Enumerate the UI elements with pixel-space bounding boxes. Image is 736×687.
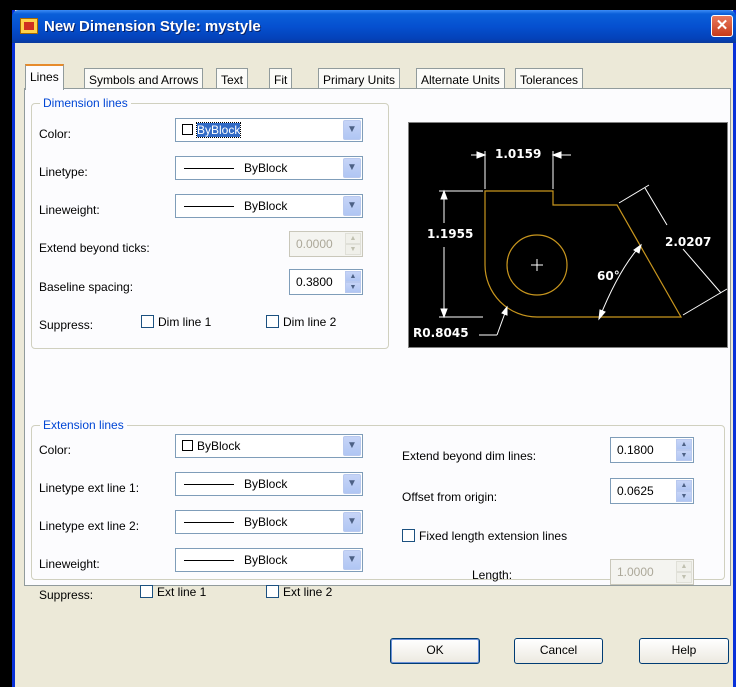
ext-suppress-label: Suppress:	[39, 588, 94, 602]
ext-lineweight-value: ByBlock	[244, 553, 288, 567]
tab-tolerances[interactable]: Tolerances	[515, 68, 584, 90]
length-label: Length:	[472, 568, 513, 582]
dim-line-2-label: Dim line 2	[283, 315, 337, 329]
spin-down-icon[interactable]: ▼	[676, 491, 692, 502]
spin-up-icon[interactable]: ▲	[676, 561, 692, 572]
baseline-spacing-spinner[interactable]: 0.3800 ▲ ▼	[289, 269, 363, 295]
chevron-down-icon[interactable]: ▼	[343, 550, 361, 570]
dim-angle-label: 60°	[597, 269, 620, 283]
dim-top-label: 1.0159	[495, 147, 542, 161]
ext-linetype-1-select[interactable]: ByBlock ▼	[175, 472, 363, 496]
dim-linetype-label: Linetype:	[39, 165, 88, 179]
chevron-down-icon[interactable]: ▼	[343, 512, 361, 532]
tab-fit[interactable]: Fit	[269, 68, 293, 90]
dim-radius-label: R0.8045	[413, 326, 469, 340]
help-button[interactable]: Help	[639, 638, 729, 664]
tab-primary-units[interactable]: Primary Units	[318, 68, 401, 90]
offset-from-origin-value: 0.0625	[617, 484, 654, 498]
baseline-spacing-label: Baseline spacing:	[39, 280, 134, 294]
preview-outline	[484, 190, 683, 318]
dimension-lines-group: Dimension lines Color: ByBlock ▼ Linetyp…	[31, 96, 389, 349]
tab-text[interactable]: Text	[216, 68, 249, 90]
dim-left-label: 1.1955	[427, 227, 474, 241]
ext-lineweight-label: Lineweight:	[39, 557, 100, 571]
spin-down-icon[interactable]: ▼	[676, 572, 692, 583]
dim-line-1-label: Dim line 1	[158, 315, 212, 329]
extension-lines-title: Extension lines	[40, 418, 127, 432]
window-title: New Dimension Style: mystyle	[44, 18, 261, 35]
dim-color-value: ByBlock	[195, 122, 242, 138]
extend-beyond-dim-lines-value: 0.1800	[617, 443, 654, 457]
spin-down-icon[interactable]: ▼	[345, 244, 361, 255]
fixed-length-label: Fixed length extension lines	[419, 529, 568, 543]
ok-button[interactable]: OK	[390, 638, 480, 664]
ext-color-label: Color:	[39, 443, 72, 457]
dimension-preview: 1.0159 1.1955 2.0207 60° R0.8045	[408, 122, 728, 348]
spin-up-icon[interactable]: ▲	[676, 480, 692, 491]
spin-up-icon[interactable]: ▲	[676, 439, 692, 450]
dim-right-label: 2.0207	[665, 235, 712, 249]
chevron-down-icon[interactable]: ▼	[343, 474, 361, 494]
chevron-down-icon[interactable]: ▼	[343, 436, 361, 456]
baseline-spacing-value: 0.3800	[296, 275, 333, 289]
dim-linetype-select[interactable]: ByBlock ▼	[175, 156, 363, 180]
ext-linetype-2-value: ByBlock	[244, 515, 288, 529]
fixed-length-checkbox[interactable]: Fixed length extension lines	[402, 529, 567, 543]
close-button[interactable]: ✕	[711, 15, 733, 37]
ext-line-1-label: Ext line 1	[157, 585, 207, 599]
extension-lines-group: Extension lines Color: ByBlock ▼ Linetyp…	[31, 418, 725, 602]
ext-line-2-checkbox[interactable]: Ext line 2	[266, 585, 332, 599]
dim-linetype-value: ByBlock	[244, 161, 288, 175]
dim-color-select[interactable]: ByBlock ▼	[175, 118, 363, 142]
line-sample	[184, 206, 234, 207]
ext-lineweight-select[interactable]: ByBlock ▼	[175, 548, 363, 572]
dim-line-2-checkbox[interactable]: Dim line 2	[266, 315, 336, 329]
ext-color-select[interactable]: ByBlock ▼	[175, 434, 363, 458]
offset-from-origin-label: Offset from origin:	[402, 490, 498, 504]
ext-linetype-2-select[interactable]: ByBlock ▼	[175, 510, 363, 534]
extend-beyond-dim-lines-spinner[interactable]: 0.1800 ▲ ▼	[610, 437, 694, 463]
length-spinner[interactable]: 1.0000 ▲ ▼	[610, 559, 694, 585]
ext-linetype-1-value: ByBlock	[244, 477, 288, 491]
length-value: 1.0000	[617, 565, 654, 579]
spin-up-icon[interactable]: ▲	[345, 233, 361, 244]
dimension-lines-title: Dimension lines	[40, 96, 131, 110]
cancel-button[interactable]: Cancel	[514, 638, 603, 664]
dim-lineweight-value: ByBlock	[244, 199, 288, 213]
ext-linetype-1-label: Linetype ext line 1:	[39, 481, 140, 495]
spin-down-icon[interactable]: ▼	[345, 282, 361, 293]
extend-beyond-ticks-label: Extend beyond ticks:	[39, 241, 150, 255]
dim-color-label: Color:	[39, 127, 72, 141]
dialog-window: New Dimension Style: mystyle ✕ Lines Sym…	[12, 10, 736, 687]
ext-line-2-label: Ext line 2	[283, 585, 333, 599]
tab-lines[interactable]: Lines	[25, 64, 64, 90]
app-icon	[20, 18, 38, 34]
line-sample	[184, 522, 234, 523]
dim-lineweight-label: Lineweight:	[39, 203, 100, 217]
spin-up-icon[interactable]: ▲	[345, 271, 361, 282]
ext-line-1-checkbox[interactable]: Ext line 1	[140, 585, 206, 599]
line-sample	[184, 560, 234, 561]
dim-line-1-checkbox[interactable]: Dim line 1	[141, 315, 211, 329]
extend-beyond-dim-lines-label: Extend beyond dim lines:	[402, 449, 537, 463]
color-swatch	[182, 124, 193, 135]
chevron-down-icon[interactable]: ▼	[343, 196, 361, 216]
chevron-down-icon[interactable]: ▼	[343, 120, 361, 140]
chevron-down-icon[interactable]: ▼	[343, 158, 361, 178]
line-sample	[184, 168, 234, 169]
extend-beyond-ticks-value: 0.0000	[296, 237, 333, 251]
tab-alternate-units[interactable]: Alternate Units	[416, 68, 505, 90]
extend-beyond-ticks-spinner[interactable]: 0.0000 ▲ ▼	[289, 231, 363, 257]
ext-color-value: ByBlock	[197, 439, 241, 453]
dim-lineweight-select[interactable]: ByBlock ▼	[175, 194, 363, 218]
offset-from-origin-spinner[interactable]: 0.0625 ▲ ▼	[610, 478, 694, 504]
ext-linetype-2-label: Linetype ext line 2:	[39, 519, 140, 533]
tab-symbols-and-arrows[interactable]: Symbols and Arrows	[84, 68, 204, 90]
tab-panel-lines: Dimension lines Color: ByBlock ▼ Linetyp…	[24, 88, 731, 602]
spin-down-icon[interactable]: ▼	[676, 450, 692, 461]
color-swatch	[182, 440, 193, 451]
dim-suppress-label: Suppress:	[39, 318, 94, 332]
title-bar[interactable]: New Dimension Style: mystyle ✕	[12, 10, 736, 43]
line-sample	[184, 484, 234, 485]
